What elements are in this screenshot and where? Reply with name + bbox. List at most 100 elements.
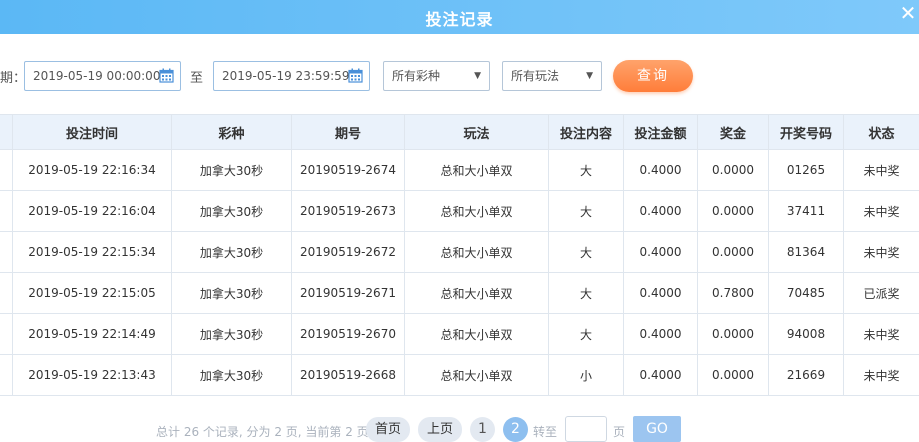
cell-lottery: 加拿大30秒 (172, 273, 292, 314)
table-row[interactable]: 2019-05-19 22:15:05 加拿大30秒 20190519-2671… (0, 273, 919, 314)
start-date-input[interactable]: 2019-05-19 00:00:00 (24, 61, 181, 91)
column-header-status: 状态 (844, 115, 919, 150)
cell-status: 未中奖 (844, 355, 919, 396)
query-button[interactable]: 查询 (613, 60, 693, 92)
date-separator: 至 (190, 67, 203, 86)
end-date-value: 2019-05-19 23:59:59 (222, 69, 349, 83)
cell-status: 已派奖 (844, 273, 919, 314)
cell-bonus: 0.0000 (698, 232, 769, 273)
table-row[interactable]: 2019-05-19 22:15:34 加拿大30秒 20190519-2672… (0, 232, 919, 273)
cell-issue: 20190519-2672 (292, 232, 405, 273)
cell-status: 未中奖 (844, 232, 919, 273)
column-header-amount: 投注金额 (624, 115, 698, 150)
cell-draw-number: 01265 (769, 150, 844, 191)
cell-amount: 0.4000 (624, 191, 698, 232)
date-range-label: 期： (0, 67, 26, 86)
play-type-value: 所有玩法 (511, 69, 559, 83)
cell-issue: 20190519-2674 (292, 150, 405, 191)
close-icon[interactable]: ✕ (899, 2, 917, 24)
page-number-2-current[interactable]: 2 (503, 417, 528, 442)
column-header-content: 投注内容 (549, 115, 624, 150)
column-header-bonus: 奖金 (698, 115, 769, 150)
goto-label: 转至 (533, 423, 557, 440)
cell-draw-number: 94008 (769, 314, 844, 355)
first-page-button[interactable]: 首页 (366, 417, 410, 442)
table-header-row: 投注时间 彩种 期号 玩法 投注内容 投注金额 奖金 开奖号码 状态 (0, 115, 919, 150)
row-leading-cell (0, 191, 13, 232)
cell-lottery: 加拿大30秒 (172, 150, 292, 191)
cell-draw-number: 70485 (769, 273, 844, 314)
cell-bet-time: 2019-05-19 22:13:43 (13, 355, 172, 396)
lottery-type-value: 所有彩种 (392, 69, 440, 83)
column-header-play: 玩法 (405, 115, 549, 150)
caret-down-icon: ▼ (586, 62, 593, 90)
goto-page-input[interactable] (565, 416, 607, 442)
cell-amount: 0.4000 (624, 273, 698, 314)
column-header-issue: 期号 (292, 115, 405, 150)
table-row[interactable]: 2019-05-19 22:16:04 加拿大30秒 20190519-2673… (0, 191, 919, 232)
cell-draw-number: 21669 (769, 355, 844, 396)
column-header-lottery: 彩种 (172, 115, 292, 150)
cell-content: 大 (549, 273, 624, 314)
cell-status: 未中奖 (844, 314, 919, 355)
page-number-1[interactable]: 1 (470, 417, 495, 442)
cell-bet-time: 2019-05-19 22:15:34 (13, 232, 172, 273)
row-leading-cell (0, 355, 13, 396)
cell-content: 大 (549, 314, 624, 355)
cell-bonus: 0.0000 (698, 150, 769, 191)
row-leading-cell (0, 150, 13, 191)
column-header-draw-number: 开奖号码 (769, 115, 844, 150)
cell-amount: 0.4000 (624, 232, 698, 273)
table-row[interactable]: 2019-05-19 22:16:34 加拿大30秒 20190519-2674… (0, 150, 919, 191)
cell-play: 总和大小单双 (405, 355, 549, 396)
table-row[interactable]: 2019-05-19 22:13:43 加拿大30秒 20190519-2668… (0, 355, 919, 396)
column-header-bet-time: 投注时间 (13, 115, 172, 150)
cell-bet-time: 2019-05-19 22:15:05 (13, 273, 172, 314)
cell-issue: 20190519-2673 (292, 191, 405, 232)
lottery-type-select[interactable]: 所有彩种 ▼ (383, 61, 490, 91)
cell-bet-time: 2019-05-19 22:14:49 (13, 314, 172, 355)
cell-play: 总和大小单双 (405, 232, 549, 273)
cell-status: 未中奖 (844, 150, 919, 191)
cell-bonus: 0.0000 (698, 191, 769, 232)
cell-amount: 0.4000 (624, 314, 698, 355)
caret-down-icon: ▼ (474, 62, 481, 90)
cell-content: 大 (549, 191, 624, 232)
cell-bonus: 0.0000 (698, 314, 769, 355)
cell-play: 总和大小单双 (405, 191, 549, 232)
calendar-icon[interactable] (159, 68, 174, 83)
cell-bet-time: 2019-05-19 22:16:34 (13, 150, 172, 191)
cell-bet-time: 2019-05-19 22:16:04 (13, 191, 172, 232)
row-leading-cell (0, 232, 13, 273)
table-row[interactable]: 2019-05-19 22:14:49 加拿大30秒 20190519-2670… (0, 314, 919, 355)
calendar-icon[interactable] (348, 68, 363, 83)
dialog-title: 投注记录 (0, 6, 919, 30)
page-unit-label: 页 (613, 423, 625, 440)
cell-lottery: 加拿大30秒 (172, 314, 292, 355)
row-leading-cell (0, 273, 13, 314)
row-leading-cell (0, 314, 13, 355)
go-button[interactable]: GO (633, 416, 681, 442)
cell-play: 总和大小单双 (405, 314, 549, 355)
pagination-bar: 总计 26 个记录, 分为 2 页, 当前第 2 页 首页 上页 1 2 转至 … (0, 416, 919, 442)
end-date-input[interactable]: 2019-05-19 23:59:59 (213, 61, 370, 91)
cell-play: 总和大小单双 (405, 273, 549, 314)
cell-draw-number: 37411 (769, 191, 844, 232)
cell-amount: 0.4000 (624, 355, 698, 396)
cell-bonus: 0.7800 (698, 273, 769, 314)
cell-lottery: 加拿大30秒 (172, 232, 292, 273)
cell-content: 大 (549, 150, 624, 191)
prev-page-button[interactable]: 上页 (418, 417, 462, 442)
cell-issue: 20190519-2671 (292, 273, 405, 314)
cell-play: 总和大小单双 (405, 150, 549, 191)
cell-content: 大 (549, 232, 624, 273)
start-date-value: 2019-05-19 00:00:00 (33, 69, 160, 83)
filter-bar: 期： 2019-05-19 00:00:00 至 2019-05-19 23:5… (0, 60, 919, 92)
play-type-select[interactable]: 所有玩法 ▼ (502, 61, 602, 91)
pagination-summary: 总计 26 个记录, 分为 2 页, 当前第 2 页 (156, 423, 369, 440)
cell-lottery: 加拿大30秒 (172, 191, 292, 232)
column-header-leading (0, 115, 13, 150)
cell-content: 小 (549, 355, 624, 396)
cell-lottery: 加拿大30秒 (172, 355, 292, 396)
cell-issue: 20190519-2668 (292, 355, 405, 396)
